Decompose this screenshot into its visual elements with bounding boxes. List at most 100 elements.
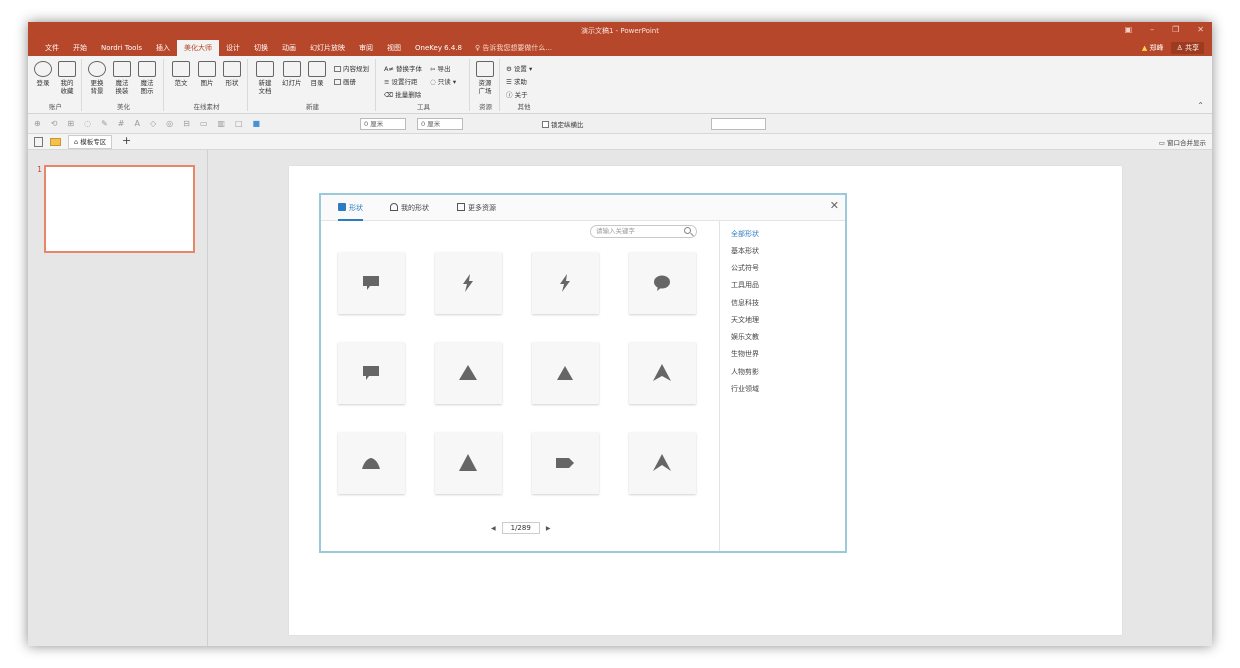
slide-thumbnail[interactable] (44, 165, 195, 253)
shape-card-callout-rect[interactable] (338, 342, 405, 404)
line-spacing-button[interactable]: ≡ 设置行距 (384, 76, 418, 86)
restore-icon[interactable]: ❐ (1172, 25, 1179, 34)
collapse-ribbon-icon[interactable]: ⌃ (1197, 101, 1204, 110)
category-biology[interactable]: 生物世界 (731, 349, 759, 359)
new-slide-button[interactable]: 幻灯片 (282, 61, 302, 87)
category-all-shapes[interactable]: 全部形状 (731, 229, 759, 239)
shape-card-arrowhead-2[interactable] (629, 432, 696, 494)
category-formula-symbols[interactable]: 公式符号 (731, 263, 759, 273)
shape-card-speech-bubble-oval[interactable] (629, 252, 696, 314)
category-silhouettes[interactable]: 人物剪影 (731, 367, 759, 377)
tab-transitions[interactable]: 切换 (247, 40, 275, 56)
shape-card-triangle-3[interactable] (435, 432, 502, 494)
style-dropdown[interactable] (711, 118, 766, 130)
user-name[interactable]: ▲ 郑峰 (1142, 43, 1164, 53)
picture-button[interactable]: 图片 (198, 61, 216, 87)
shape-button[interactable]: 形状 (223, 61, 241, 87)
shape-style-icon[interactable]: ◌ (84, 119, 91, 128)
tab-view[interactable]: 视图 (380, 40, 408, 56)
category-industry[interactable]: 行业领域 (731, 384, 759, 394)
folder-icon[interactable] (50, 138, 61, 146)
merge-windows-button[interactable]: ▭ 窗口合并显示 (1159, 137, 1206, 147)
refresh-icon (88, 61, 106, 77)
settings-button[interactable]: ⚙ 设置 ▾ (506, 63, 532, 73)
content-plan-button[interactable]: 内容规划 (334, 63, 369, 73)
font-color-icon[interactable]: A (135, 119, 140, 128)
category-basic-shapes[interactable]: 基本形状 (731, 246, 759, 256)
shape-card-lightning-1[interactable] (435, 252, 502, 314)
shape-card-lightning-2[interactable] (532, 252, 599, 314)
shape-card-speech-bubble-rect[interactable] (338, 252, 405, 314)
shape-width-field[interactable]: 0 厘米 (360, 118, 406, 130)
shape-card-triangle-2[interactable] (532, 342, 599, 404)
about-button[interactable]: ⓘ 关于 (506, 89, 528, 99)
new-document-button[interactable]: 新建 文档 (256, 61, 274, 95)
resource-plaza-button[interactable]: 资源 广场 (476, 61, 494, 95)
lock-ratio-checkbox[interactable]: 锁定纵横比 (542, 119, 584, 129)
tab-beautify-master[interactable]: 美化大师 (177, 40, 220, 56)
tell-me-box[interactable]: ♀ 告诉我您想要做什么... (475, 43, 552, 53)
outline-icon[interactable]: ◎ (166, 119, 173, 128)
shape-card-triangle-1[interactable] (435, 342, 502, 404)
keyword-search-input[interactable]: 请输入关键字 (590, 225, 697, 238)
color-picker-icon[interactable]: ■ (253, 119, 261, 128)
tab-design[interactable]: 设计 (219, 40, 247, 56)
new-file-icon[interactable] (34, 137, 43, 147)
shape-card-pentagon-arrow[interactable] (532, 432, 599, 494)
tab-review[interactable]: 审阅 (352, 40, 380, 56)
align-icon[interactable]: ⊕ (34, 119, 41, 128)
ungroup-icon[interactable]: ▥ (217, 119, 225, 128)
group-icon[interactable]: ▭ (200, 119, 208, 128)
category-tools[interactable]: 工具用品 (731, 280, 759, 290)
album-button[interactable]: 画册 (334, 76, 356, 86)
tab-file[interactable]: 文件 (38, 40, 66, 56)
tab-insert[interactable]: 插入 (149, 40, 177, 56)
readonly-button[interactable]: ◌ 只读 ▾ (430, 76, 456, 86)
shape-card-arrowhead-1[interactable] (629, 342, 696, 404)
tab-animations[interactable]: 动画 (275, 40, 303, 56)
dialog-close-icon[interactable]: ✕ (830, 199, 839, 212)
arrange-icon[interactable]: ⊟ (183, 119, 190, 128)
page-indicator[interactable]: 1/289 (501, 522, 540, 534)
prev-page-icon[interactable]: ◀ (491, 525, 496, 532)
box-icon[interactable]: □ (235, 119, 243, 128)
close-icon[interactable]: ✕ (1197, 25, 1204, 34)
batch-delete-button[interactable]: ⌫ 批量删除 (384, 89, 421, 99)
brush-icon[interactable]: ✎ (101, 119, 108, 128)
template-zone-tab[interactable]: ⌂ 模板专区 (68, 135, 113, 149)
help-button[interactable]: ☰ 求助 (506, 76, 527, 86)
crop-icon[interactable]: # (118, 119, 125, 128)
tab-more-resources[interactable]: 更多资源 (457, 203, 496, 213)
distribute-icon[interactable]: ⊞ (67, 119, 74, 128)
category-entertainment-education[interactable]: 娱乐文教 (731, 332, 759, 342)
add-tab-icon[interactable]: + (122, 134, 131, 147)
change-background-button[interactable]: 更换 背景 (88, 61, 106, 95)
toc-button[interactable]: 目录 (308, 61, 326, 87)
login-button[interactable]: 登录 (34, 61, 52, 87)
template-button[interactable]: 范文 (172, 61, 190, 87)
category-info-tech[interactable]: 信息科技 (731, 298, 759, 308)
tab-slideshow[interactable]: 幻灯片放映 (303, 40, 352, 56)
tab-onekey[interactable]: OneKey 6.4.8 (408, 40, 469, 56)
category-astronomy-geography[interactable]: 天文地理 (731, 315, 759, 325)
favorites-button[interactable]: 我的 收藏 (58, 61, 76, 95)
tab-nordri-tools[interactable]: Nordri Tools (94, 40, 149, 56)
tab-shapes[interactable]: 形状 (338, 203, 363, 221)
tab-my-shapes[interactable]: 我的形状 (390, 203, 429, 213)
magic-outfit-button[interactable]: 魔法 换装 (113, 61, 131, 95)
magic-diagram-button[interactable]: 魔法 图示 (138, 61, 156, 95)
replace-font-button[interactable]: A≠ 替换字体 (384, 63, 422, 73)
tab-home[interactable]: 开始 (66, 40, 94, 56)
export-button[interactable]: ⇦ 导出 (430, 63, 451, 73)
search-icon[interactable] (684, 227, 691, 234)
fill-icon[interactable]: ◇ (150, 119, 156, 128)
ribbon-display-icon[interactable]: ▣ (1125, 25, 1133, 34)
share-button[interactable]: ♙ 共享 (1171, 42, 1204, 54)
rotate-icon[interactable]: ⟲ (51, 119, 58, 128)
shape-card-rounded-trapezoid[interactable] (338, 432, 405, 494)
outfit-label-1: 魔法 (115, 79, 129, 87)
shape-height-field[interactable]: 0 厘米 (417, 118, 463, 130)
next-page-icon[interactable]: ▶ (546, 525, 551, 532)
group-resources: 资源 广场 资源 (472, 59, 500, 111)
minimize-icon[interactable]: – (1150, 25, 1154, 34)
